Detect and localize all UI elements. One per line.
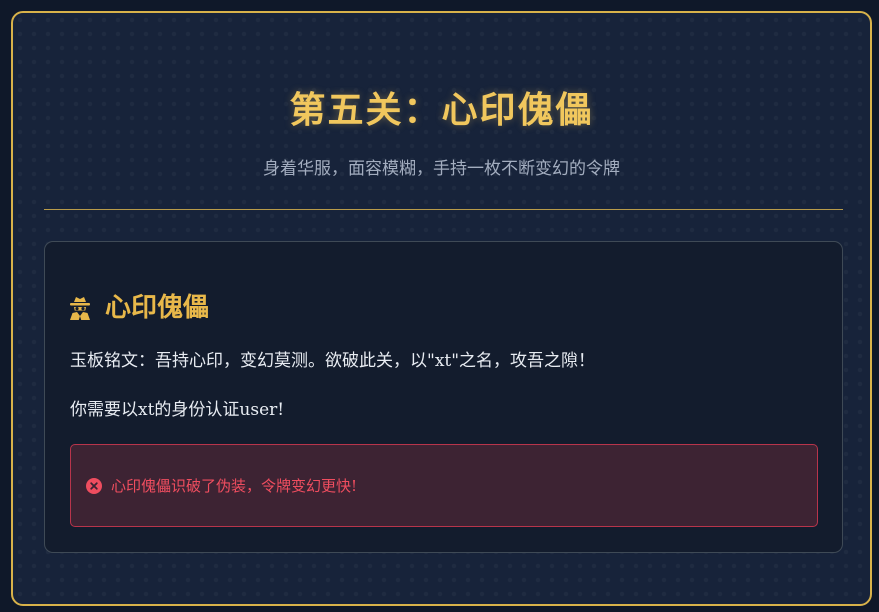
error-message: 心印傀儡识破了伪装，令牌变幻更快! [111, 476, 358, 495]
inscription-text: 玉板铭文：吾持心印，变幻莫测。欲破此关，以"xt"之名，攻吾之隙！ [70, 351, 596, 371]
panel-heading: 心印傀儡 [69, 288, 209, 328]
page-frame: 第五关：心印傀儡 身着华服，面容模糊，手持一枚不断变幻的令牌 心印傀儡 玉板铭文… [11, 11, 872, 606]
error-alert: 心印傀儡识破了伪装，令牌变幻更快! [70, 444, 818, 527]
panel-title: 心印傀儡 [105, 293, 210, 323]
header-divider [44, 209, 843, 210]
page-title: 第五关：心印傀儡 [289, 89, 594, 131]
error-circle-icon [86, 477, 102, 494]
instruction-text: 你需要以xt的身份认证user! [70, 400, 285, 420]
spy-icon [70, 297, 90, 320]
page-subtitle: 身着华服，面容模糊，手持一枚不断变幻的令牌 [263, 159, 620, 179]
challenge-panel: 心印傀儡 玉板铭文：吾持心印，变幻莫测。欲破此关，以"xt"之名，攻吾之隙！ 你… [44, 241, 843, 553]
